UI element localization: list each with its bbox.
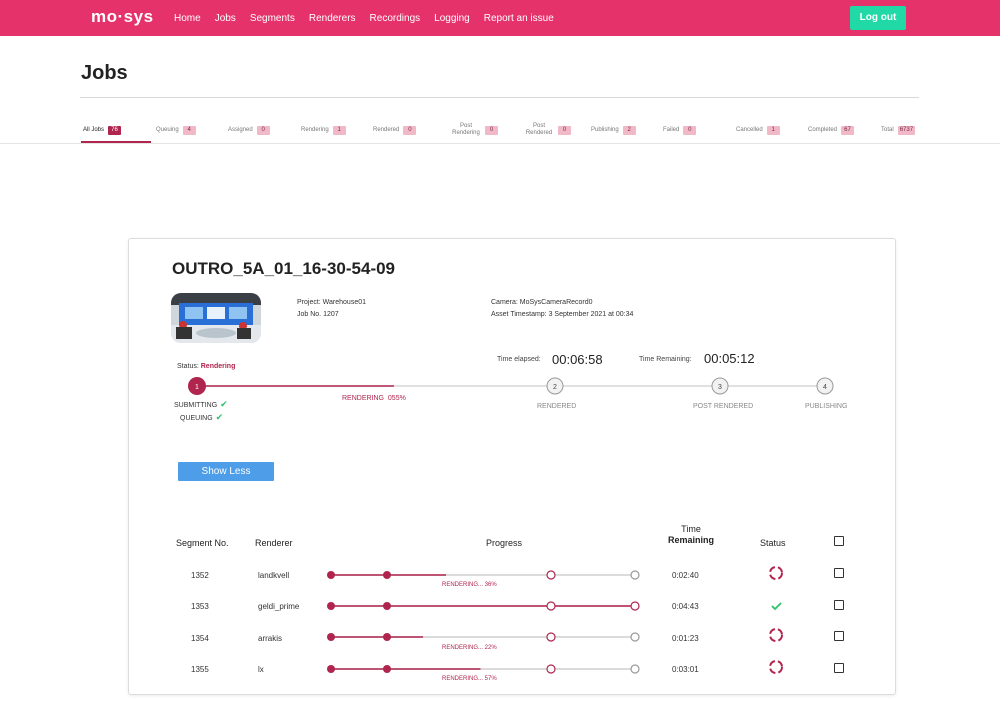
tab-queuing[interactable]: Queuing 4	[156, 119, 196, 141]
logout-button[interactable]: Log out	[850, 6, 906, 30]
progress-node-rendered	[546, 601, 556, 611]
tab-count-badge: 6737	[897, 125, 916, 135]
spinner-icon	[769, 628, 783, 642]
spinner-icon	[769, 660, 783, 674]
progress-node-submitted	[383, 633, 391, 641]
nav-link-segments[interactable]: Segments	[250, 13, 295, 24]
tab-label: Rendered	[373, 126, 400, 133]
tab-post-rendering[interactable]: Post Rendering 0	[451, 119, 498, 141]
progress-node-start	[327, 571, 335, 579]
tab-count-badge: 2	[622, 125, 636, 135]
nav-link-recordings[interactable]: Recordings	[370, 13, 421, 24]
tab-rendering[interactable]: Rendering 1	[301, 119, 346, 141]
tab-label: Cancelled	[736, 126, 763, 133]
mosys-logo[interactable]: mo·sys	[91, 7, 154, 27]
tab-assigned[interactable]: Assigned 0	[228, 119, 270, 141]
progress-node-rendered	[546, 570, 556, 580]
nav-link-renderers[interactable]: Renderers	[309, 13, 356, 24]
progress-node-rendered	[546, 664, 556, 674]
progress-node-end	[630, 664, 640, 674]
check-icon	[771, 602, 782, 611]
tab-publishing[interactable]: Publishing 2	[591, 119, 636, 141]
tab-count-badge: 1	[766, 125, 780, 135]
progress-node-rendered	[546, 632, 556, 642]
progress-node-submitted	[383, 602, 391, 610]
tab-label: Post Rendered	[525, 123, 553, 136]
progress-node-start	[327, 602, 335, 610]
tab-count-badge: 0	[683, 125, 697, 135]
tab-label: Assigned	[228, 126, 253, 133]
tab-count-badge: 0	[485, 125, 498, 135]
tab-failed[interactable]: Failed 0	[663, 119, 697, 141]
tab-count-badge: 67	[841, 125, 855, 135]
title-divider	[80, 97, 919, 98]
progress-node-start	[327, 665, 335, 673]
progress-node-end	[630, 570, 640, 580]
tab-count-badge: 1	[332, 125, 346, 135]
tab-post-rendered[interactable]: Post Rendered 0	[524, 119, 571, 141]
nav-link-jobs[interactable]: Jobs	[215, 13, 236, 24]
tab-count-badge: 0	[403, 125, 417, 135]
nav-links: Home Jobs Segments Renderers Recordings …	[174, 13, 568, 24]
progress-node-start	[327, 633, 335, 641]
nav-link-logging[interactable]: Logging	[434, 13, 470, 24]
tab-cancelled[interactable]: Cancelled 1	[736, 119, 780, 141]
progress-node-submitted	[383, 665, 391, 673]
segment-progress-layer	[327, 566, 783, 674]
tab-count-badge: 0	[558, 125, 571, 135]
tab-rendered[interactable]: Rendered 0	[373, 119, 417, 141]
tab-label: Completed	[808, 126, 838, 133]
tab-completed[interactable]: Completed 67	[808, 119, 855, 141]
progress-node-submitted	[383, 571, 391, 579]
page-title: Jobs	[81, 62, 128, 84]
nav-link-home[interactable]: Home	[174, 13, 201, 24]
spinner-icon	[769, 566, 783, 580]
tab-count-badge: 76	[108, 125, 122, 135]
tab-all-jobs[interactable]: All Jobs 76	[83, 119, 122, 141]
tabs-divider	[0, 143, 1000, 144]
tab-label: Failed	[663, 126, 680, 133]
tab-label: Queuing	[156, 126, 179, 133]
tab-label: Publishing	[591, 126, 619, 133]
tab-count-badge: 4	[182, 125, 196, 135]
nav-link-report-issue[interactable]: Report an issue	[484, 13, 554, 24]
tab-count-badge: 0	[256, 125, 270, 135]
tab-label: Rendering	[301, 126, 329, 133]
top-navbar: mo·sys Home Jobs Segments Renderers Reco…	[0, 0, 1000, 36]
tab-label: Post Rendering	[452, 123, 480, 136]
tab-label: Total	[881, 126, 894, 133]
tab-total[interactable]: Total 6737	[881, 119, 916, 141]
tab-label: All Jobs	[83, 126, 105, 133]
progress-node-end	[630, 632, 640, 642]
progress-node-end	[630, 601, 640, 611]
job-card: OUTRO_5A_01_16-30-54-09 Project: Warehou…	[128, 238, 896, 695]
